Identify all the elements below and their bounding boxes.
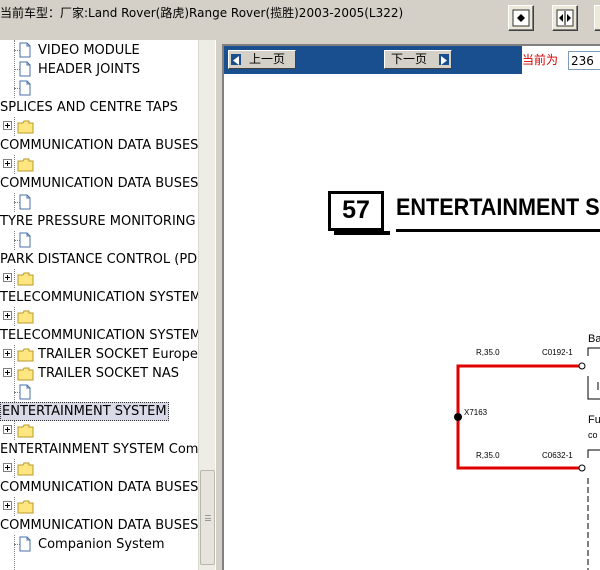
expand-icon[interactable] — [3, 463, 12, 472]
expand-icon[interactable] — [3, 349, 12, 358]
fit-width-button[interactable] — [552, 5, 578, 31]
component-label-top: Ba — [588, 333, 600, 345]
tree-node[interactable] — [0, 459, 198, 478]
connector-pin-top — [578, 362, 586, 370]
tree-node[interactable]: COMMUNICATION DATA BUSES — [0, 516, 198, 535]
tree-node-label: COMMUNICATION DATA BUSES — [0, 176, 198, 191]
folder-icon — [17, 424, 34, 438]
tree-node[interactable]: TELECOMMUNICATION SYSTEM — [0, 288, 198, 307]
component-outline-bottom — [587, 449, 600, 458]
wire-label-bottom: R,35.0 — [476, 451, 500, 460]
tree-node[interactable]: COMMUNICATION DATA BUSES — [0, 174, 198, 193]
document-icon — [19, 42, 31, 58]
tree-node[interactable]: COMMUNICATION DATA BUSES — [0, 136, 198, 155]
tree-node[interactable] — [0, 421, 198, 440]
folder-icon — [17, 158, 34, 172]
tree-node[interactable]: TELECOMMUNICATION SYSTEM — [0, 326, 198, 345]
fit-page-button[interactable] — [508, 5, 534, 31]
expand-icon[interactable] — [3, 311, 12, 320]
zoom-button[interactable] — [594, 5, 600, 31]
document-icon — [19, 232, 31, 248]
document-icon — [19, 384, 31, 400]
expand-icon[interactable] — [3, 501, 12, 510]
tree-node-label: COMMUNICATION DATA BUSES — [0, 138, 198, 153]
folder-icon — [17, 367, 34, 381]
folder-icon — [17, 348, 34, 362]
tree-node-label: HEADER JOINTS — [38, 62, 141, 77]
document-tree[interactable]: VIDEO MODULE HEADER JOINTS SPLICES AND CEN… — [0, 40, 216, 570]
expand-icon[interactable] — [3, 273, 12, 282]
component-outline-top — [587, 347, 600, 356]
component-label-middle-sub: co — [588, 430, 598, 440]
tree-node-label: TRAILER SOCKET NAS — [38, 366, 180, 381]
tree-node-label: Companion System — [38, 537, 165, 552]
folder-icon — [17, 500, 34, 514]
tree-node[interactable]: TYRE PRESSURE MONITORING — [0, 212, 198, 231]
tree-node-label: TYRE PRESSURE MONITORING — [0, 214, 196, 229]
tree-node-label: VIDEO MODULE — [38, 43, 140, 58]
window-title: 当前车型：厂家:Land Rover(路虎)Range Rover(揽胜)200… — [0, 6, 404, 20]
fit-page-icon — [512, 9, 530, 27]
document-viewer[interactable]: 上一页 下一页 当前为 57 ENTERTAINMENT SYSTEM R,35… — [222, 44, 600, 570]
tree-node[interactable]: TRAILER SOCKET Europe — [0, 345, 198, 364]
tree-node[interactable] — [0, 497, 198, 516]
document-icon — [19, 536, 31, 552]
expand-icon[interactable] — [3, 368, 12, 377]
tree-node-label: ENTERTAINMENT SYSTEM Com — [0, 442, 198, 457]
tree-node[interactable]: VIDEO MODULE — [0, 41, 198, 60]
title-bar: 当前车型：厂家:Land Rover(路虎)Range Rover(揽胜)200… — [0, 0, 600, 40]
expand-icon[interactable] — [3, 159, 12, 168]
connector-label-top: C0192-1 — [542, 348, 573, 357]
document-icon — [19, 80, 31, 96]
tree-node[interactable] — [0, 117, 198, 136]
tree-node[interactable] — [0, 307, 198, 326]
tree-node-label-selected: ENTERTAINMENT SYSTEM — [0, 402, 169, 421]
tree-node[interactable]: SPLICES AND CENTRE TAPS — [0, 98, 198, 117]
tree-node[interactable]: COMMUNICATION DATA BUSES — [0, 478, 198, 497]
expand-icon[interactable] — [3, 425, 12, 434]
tree-node-label: TELECOMMUNICATION SYSTEM — [0, 328, 198, 343]
tree-node[interactable]: ENTERTAINMENT SYSTEM Com — [0, 440, 198, 459]
tree-node[interactable] — [0, 193, 198, 212]
tree-node[interactable]: ENTERTAINMENT SYSTEM — [0, 402, 198, 421]
tree-node[interactable] — [0, 79, 198, 98]
tree-node[interactable]: Companion System — [0, 535, 198, 554]
scrollbar-thumb[interactable] — [200, 470, 215, 565]
tree-node[interactable] — [0, 269, 198, 288]
tree-node[interactable]: PARK DISTANCE CONTROL (PDC) — [0, 250, 198, 269]
tree-node[interactable] — [0, 383, 198, 402]
document-icon — [19, 61, 31, 77]
tree-scrollbar[interactable] — [198, 40, 215, 570]
tree-node-label: COMMUNICATION DATA BUSES — [0, 518, 198, 533]
tree-node-label: TELECOMMUNICATION SYSTEM — [0, 290, 198, 305]
scrollbar-grip-icon — [205, 515, 211, 521]
connector-pin-bottom — [578, 464, 586, 472]
folder-icon — [17, 272, 34, 286]
folder-icon — [17, 310, 34, 324]
tree-node-label: TRAILER SOCKET Europe — [38, 347, 198, 362]
document-icon — [19, 194, 31, 210]
component-label-middle: Fu — [588, 414, 600, 426]
wiring-diagram — [454, 347, 600, 570]
wire-label-top: R,35.0 — [476, 348, 500, 357]
tree-node-label: COMMUNICATION DATA BUSES — [0, 480, 198, 495]
connector-label-bottom: C0632-1 — [542, 451, 573, 460]
tree-node[interactable] — [0, 231, 198, 250]
splice-label: X7163 — [464, 408, 488, 417]
expand-icon[interactable] — [3, 121, 12, 130]
folder-icon — [17, 120, 34, 134]
fit-width-icon — [556, 9, 574, 27]
tree-node-label: SPLICES AND CENTRE TAPS — [0, 100, 178, 115]
folder-icon — [17, 462, 34, 476]
tree-node[interactable]: TRAILER SOCKET NAS — [0, 364, 198, 383]
tree-node-label: PARK DISTANCE CONTROL (PDC) — [0, 252, 198, 267]
splice-point — [454, 413, 462, 421]
tree-node[interactable] — [0, 155, 198, 174]
tree-node[interactable]: HEADER JOINTS — [0, 60, 198, 79]
